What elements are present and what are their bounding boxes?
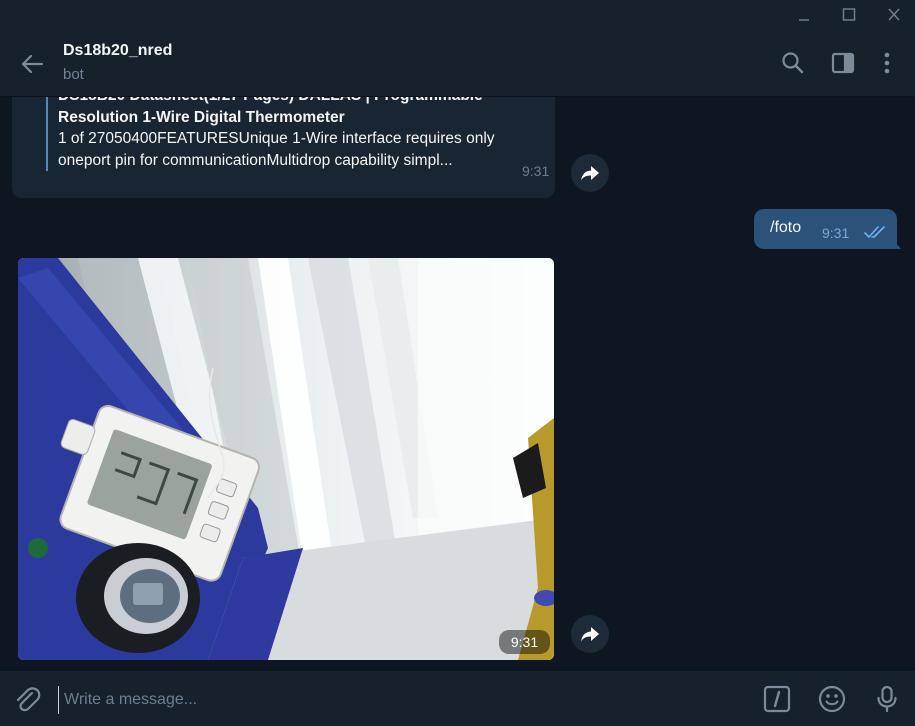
chat-header: Ds18b20_nred bot	[0, 30, 915, 97]
message-composer	[0, 671, 915, 726]
chat-title[interactable]: Ds18b20_nred	[63, 42, 172, 60]
link-preview-title[interactable]: DS18B20 Datasheet(1/27 Pages) DALLAS | P…	[58, 97, 528, 129]
minimize-icon[interactable]	[789, 5, 819, 25]
search-icon[interactable]	[780, 50, 806, 76]
message-input[interactable]	[58, 686, 746, 714]
maximize-icon[interactable]	[834, 5, 864, 25]
photo-time: 9:31	[499, 630, 550, 654]
paperclip-icon[interactable]	[12, 685, 42, 715]
link-preview-bar	[46, 97, 48, 171]
back-arrow-icon[interactable]	[18, 50, 46, 78]
forward-button[interactable]	[571, 154, 609, 192]
link-desc-line: 1 of 27050400FEATURESUnique 1-Wire inter…	[58, 130, 495, 147]
message-list[interactable]: DS18B20 Datasheet(1/27 Pages) DALLAS | P…	[0, 97, 915, 671]
message-text: /foto	[770, 219, 802, 236]
link-preview-description: 1 of 27050400FEATURESUnique 1-Wire inter…	[58, 128, 518, 172]
more-vertical-icon[interactable]	[874, 50, 900, 76]
microphone-icon[interactable]	[872, 684, 902, 714]
link-title-line: DS18B20 Datasheet(1/27 Pages) DALLAS | P…	[58, 97, 528, 107]
close-icon[interactable]	[879, 5, 909, 25]
bubble-tail	[891, 237, 901, 249]
emoji-icon[interactable]	[817, 684, 847, 714]
bot-command-icon[interactable]	[762, 684, 792, 714]
chat-subtitle: bot	[63, 66, 84, 83]
link-title-line: Resolution 1-Wire Digital Thermometer	[58, 109, 345, 126]
message-time: 9:31	[822, 225, 850, 241]
forward-button[interactable]	[571, 615, 609, 653]
incoming-link-message[interactable]: DS18B20 Datasheet(1/27 Pages) DALLAS | P…	[12, 97, 555, 198]
photo-image	[18, 258, 554, 660]
double-check-icon	[864, 225, 888, 244]
message-time: 9:31	[522, 163, 550, 179]
forward-icon	[581, 627, 599, 642]
window-titlebar	[0, 0, 915, 30]
sidebar-toggle-icon[interactable]	[830, 50, 856, 76]
forward-icon	[581, 166, 599, 181]
photo-message[interactable]: 9:31	[18, 258, 554, 660]
link-desc-line: oneport pin for communicationMultidrop c…	[58, 152, 453, 169]
outgoing-message[interactable]: /foto 9:31	[754, 209, 897, 249]
